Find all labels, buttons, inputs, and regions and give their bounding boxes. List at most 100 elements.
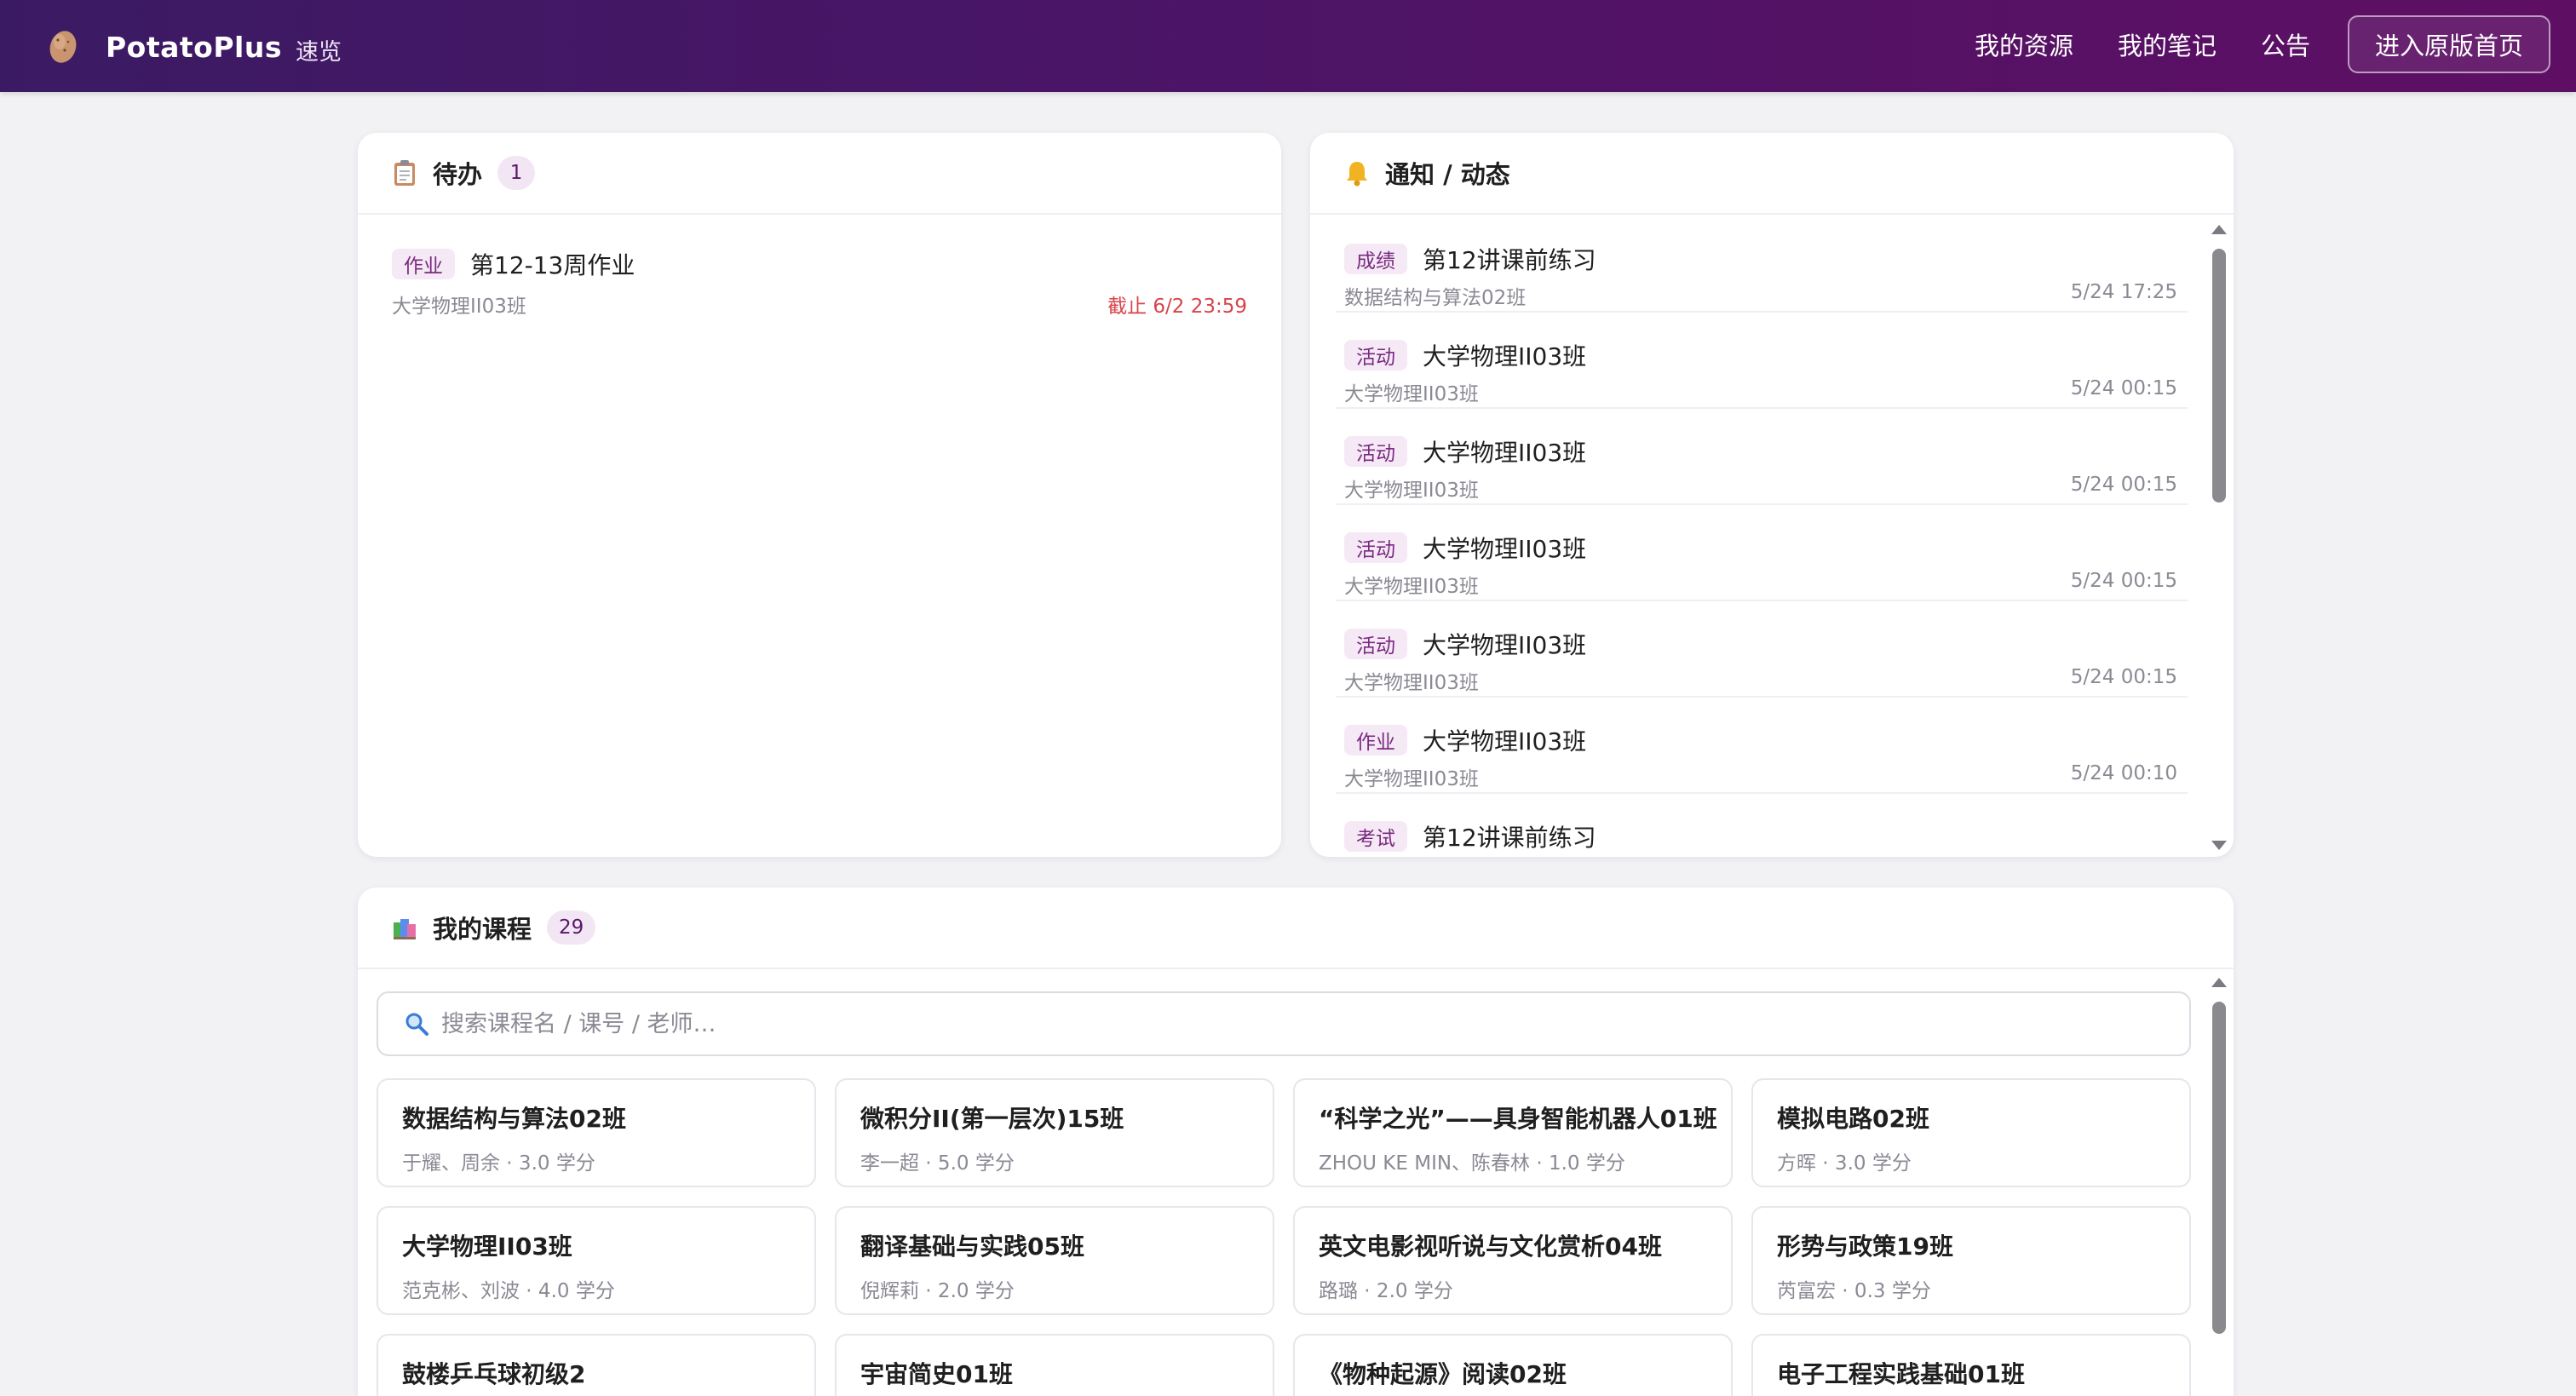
course-name: 微积分II(第一层次)15班 [860,1105,1124,1133]
notification-item[interactable]: 考试 第12讲课前练习 [1336,794,2188,857]
notification-item[interactable]: 活动 大学物理II03班 大学物理II03班 5/24 00:15 [1336,601,2188,698]
course-name: 电子工程实践基础01班 [1777,1360,2025,1388]
top-nav: 我的资源 我的笔记 公告 进入原版首页 [1975,15,2550,73]
course-meta: 倪辉莉 · 2.0 学分 [860,1280,1015,1302]
enter-original-home-button[interactable]: 进入原版首页 [2347,15,2550,73]
notification-time: 5/24 00:15 [2070,666,2177,688]
todo-title: 待办 [433,160,483,189]
scroll-down-arrow-icon[interactable] [2211,841,2227,850]
courses-count-badge: 29 [547,911,596,945]
notification-course: 大学物理II03班 [1344,576,1479,598]
course-tile[interactable]: 数据结构与算法02班 于耀、周余 · 3.0 学分 [377,1078,816,1187]
notification-item[interactable]: 活动 大学物理II03班 大学物理II03班 5/24 00:15 [1336,409,2188,505]
notification-course: 大学物理II03班 [1344,672,1479,694]
notification-item[interactable]: 活动 大学物理II03班 大学物理II03班 5/24 00:15 [1336,505,2188,601]
course-tile[interactable]: 大学物理II03班 范克彬、刘波 · 4.0 学分 [377,1206,816,1315]
nav-my-notes[interactable]: 我的笔记 [2118,26,2217,62]
notification-time: 5/24 00:15 [2070,570,2177,592]
course-name: 鼓楼乒乓球初级2 [402,1360,586,1388]
notifications-card: 通知 / 动态 成绩 第12讲课前练习 数据结构与算法02班 5/24 17:2… [1310,133,2234,857]
scrollbar-thumb[interactable] [2212,1002,2226,1334]
todo-count-badge: 1 [497,156,536,190]
notifications-title: 通知 / 动态 [1385,160,1510,189]
course-meta: 于耀、周余 · 3.0 学分 [402,1152,595,1175]
todo-card: 待办 1 作业 第12-13周作业 大学物理II03班 截止 6/2 23:59 [358,133,1281,857]
course-name: 大学物理II03班 [402,1232,572,1261]
notification-tag: 活动 [1344,436,1407,467]
notification-title: 大学物理II03班 [1423,535,1587,563]
notifications-list: 成绩 第12讲课前练习 数据结构与算法02班 5/24 17:25 活动 大学物… [1336,216,2188,857]
notification-title: 第12讲课前练习 [1423,246,1596,274]
notification-tag: 成绩 [1344,244,1407,274]
course-search-box[interactable] [377,991,2191,1056]
course-tile[interactable]: 电子工程实践基础01班 [1751,1334,2191,1396]
course-tile[interactable]: 英文电影视听说与文化赏析04班 路璐 · 2.0 学分 [1293,1206,1733,1315]
course-name: 模拟电路02班 [1777,1105,1929,1133]
notification-tag: 活动 [1344,340,1407,371]
course-search-input[interactable] [441,1010,2060,1037]
notification-title: 大学物理II03班 [1423,342,1587,371]
course-name: 翻译基础与实践05班 [860,1232,1084,1261]
clipboard-icon [392,159,417,187]
course-meta: 范克彬、刘波 · 4.0 学分 [402,1280,615,1302]
course-tile[interactable]: 模拟电路02班 方晖 · 3.0 学分 [1751,1078,2191,1187]
course-name: 数据结构与算法02班 [402,1105,626,1133]
scroll-up-arrow-icon[interactable] [2211,978,2227,987]
course-meta: 路璐 · 2.0 学分 [1319,1280,1453,1302]
todo-item[interactable]: 作业 第12-13周作业 大学物理II03班 截止 6/2 23:59 [392,244,1247,320]
todo-header: 待办 1 [358,133,1281,215]
course-name: 英文电影视听说与文化赏析04班 [1319,1232,1662,1261]
notification-item[interactable]: 作业 大学物理II03班 大学物理II03班 5/24 00:10 [1336,698,2188,794]
potato-logo-icon [46,25,80,66]
course-tile[interactable]: 《物种起源》阅读02班 [1293,1334,1733,1396]
notification-tag: 考试 [1344,821,1407,852]
notification-time: 5/24 00:10 [2070,762,2177,784]
brand[interactable]: PotatoPlus 速览 [46,24,342,70]
notification-time: 5/24 17:25 [2070,281,2177,303]
notification-course: 大学物理II03班 [1344,383,1479,405]
notifications-scrollbar[interactable] [2210,225,2228,850]
nav-my-resources[interactable]: 我的资源 [1975,26,2073,62]
notification-time: 5/24 00:15 [2070,377,2177,399]
courses-title: 我的课程 [433,915,532,944]
todo-item-course: 大学物理II03班 [392,296,526,318]
course-name: 形势与政策19班 [1777,1232,1953,1261]
course-tile[interactable]: 微积分II(第一层次)15班 李一超 · 5.0 学分 [835,1078,1274,1187]
course-name: “科学之光”——具身智能机器人01班 [1319,1105,1717,1133]
scroll-up-arrow-icon[interactable] [2211,225,2227,234]
courses-header: 我的课程 29 [358,888,2234,969]
course-meta: 方晖 · 3.0 学分 [1777,1152,1912,1175]
notification-title: 大学物理II03班 [1423,631,1587,659]
course-tile[interactable]: 鼓楼乒乓球初级2 [377,1334,816,1396]
course-tile[interactable]: 翻译基础与实践05班 倪辉莉 · 2.0 学分 [835,1206,1274,1315]
scrollbar-thumb[interactable] [2212,249,2226,503]
notification-course: 数据结构与算法02班 [1344,287,1527,309]
course-meta: 芮富宏 · 0.3 学分 [1777,1280,1931,1302]
notification-title: 大学物理II03班 [1423,727,1587,755]
notification-item[interactable]: 成绩 第12讲课前练习 数据结构与算法02班 5/24 17:25 [1336,216,2188,313]
top-bar: PotatoPlus 速览 我的资源 我的笔记 公告 进入原版首页 [0,0,2576,92]
notification-tag: 活动 [1344,629,1407,659]
notification-tag: 活动 [1344,532,1407,563]
nav-announcements[interactable]: 公告 [2261,26,2310,62]
course-tile[interactable]: 宇宙简史01班 [835,1334,1274,1396]
todo-item-title: 第12-13周作业 [470,251,635,279]
course-name: 《物种起源》阅读02班 [1319,1360,1567,1388]
notification-title: 第12讲课前练习 [1423,824,1596,852]
brand-name: PotatoPlus [106,30,282,64]
course-name: 宇宙简史01班 [860,1360,1013,1388]
brand-subtitle: 速览 [295,38,342,66]
notification-tag: 作业 [1344,725,1407,755]
course-tile[interactable]: 形势与政策19班 芮富宏 · 0.3 学分 [1751,1206,2191,1315]
books-icon [392,914,417,941]
notification-time: 5/24 00:15 [2070,474,2177,496]
notification-course: 大学物理II03班 [1344,768,1479,790]
notification-title: 大学物理II03班 [1423,439,1587,467]
bell-icon [1344,159,1370,187]
courses-scrollbar[interactable] [2210,978,2228,1396]
notification-item[interactable]: 活动 大学物理II03班 大学物理II03班 5/24 00:15 [1336,313,2188,409]
course-tile[interactable]: “科学之光”——具身智能机器人01班 ZHOU KE MIN、陈春林 · 1.0… [1293,1078,1733,1187]
notifications-header: 通知 / 动态 [1310,133,2234,215]
course-meta: 李一超 · 5.0 学分 [860,1152,1015,1175]
course-meta: ZHOU KE MIN、陈春林 · 1.0 学分 [1319,1152,1625,1175]
